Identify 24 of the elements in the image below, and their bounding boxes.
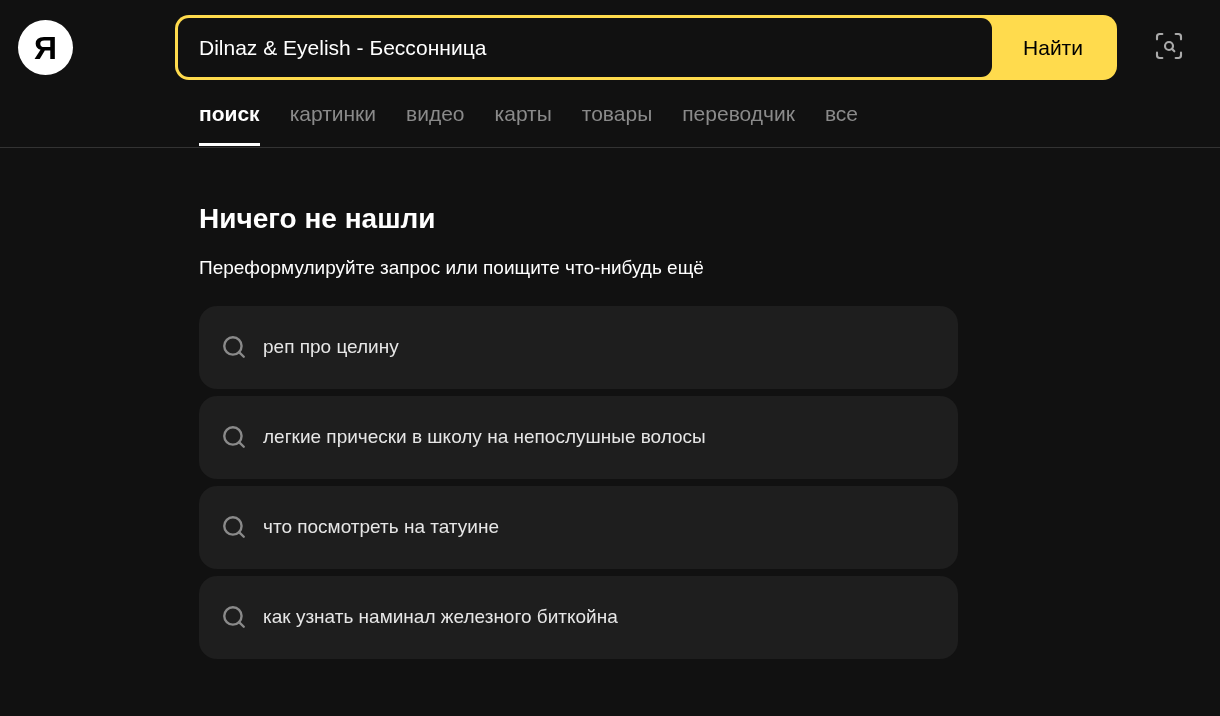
search-icon <box>221 604 247 630</box>
empty-subtitle: Переформулируйте запрос или поищите что-нибудь ещё <box>199 256 705 280</box>
search-field[interactable]: Dilnaz & Eyelish - Бессонница <box>178 18 992 77</box>
suggestion-item[interactable]: как узнать наминал железного биткойна <box>199 575 958 659</box>
suggestion-item[interactable]: реп про целину <box>199 305 958 389</box>
suggestion-item[interactable]: что посмотреть на татуине <box>199 485 958 569</box>
tab[interactable]: картинки <box>289 98 377 146</box>
tab[interactable]: все <box>824 98 859 146</box>
suggestion-text: как узнать наминал железного биткойна <box>263 604 618 629</box>
tab[interactable]: видео <box>406 98 465 146</box>
search-icon <box>221 334 247 360</box>
suggestion-text: легкие прически в школу на непослушные волосы <box>263 424 706 449</box>
search-button[interactable]: Найти <box>992 18 1114 77</box>
empty-title: Ничего не нашли <box>199 202 437 236</box>
tab[interactable]: поиск <box>199 98 260 146</box>
suggestion-text: что посмотреть на татуине <box>263 514 499 539</box>
search-icon <box>221 514 247 540</box>
search-icon <box>221 424 247 450</box>
tab[interactable]: карты <box>494 98 552 146</box>
tab[interactable]: переводчик <box>682 98 795 146</box>
tab[interactable]: товары <box>581 98 653 146</box>
logo[interactable]: Я <box>18 20 73 75</box>
suggestion-text: реп про целину <box>263 334 399 359</box>
suggestion-item[interactable]: легкие прически в школу на непослушные волосы <box>199 395 958 479</box>
